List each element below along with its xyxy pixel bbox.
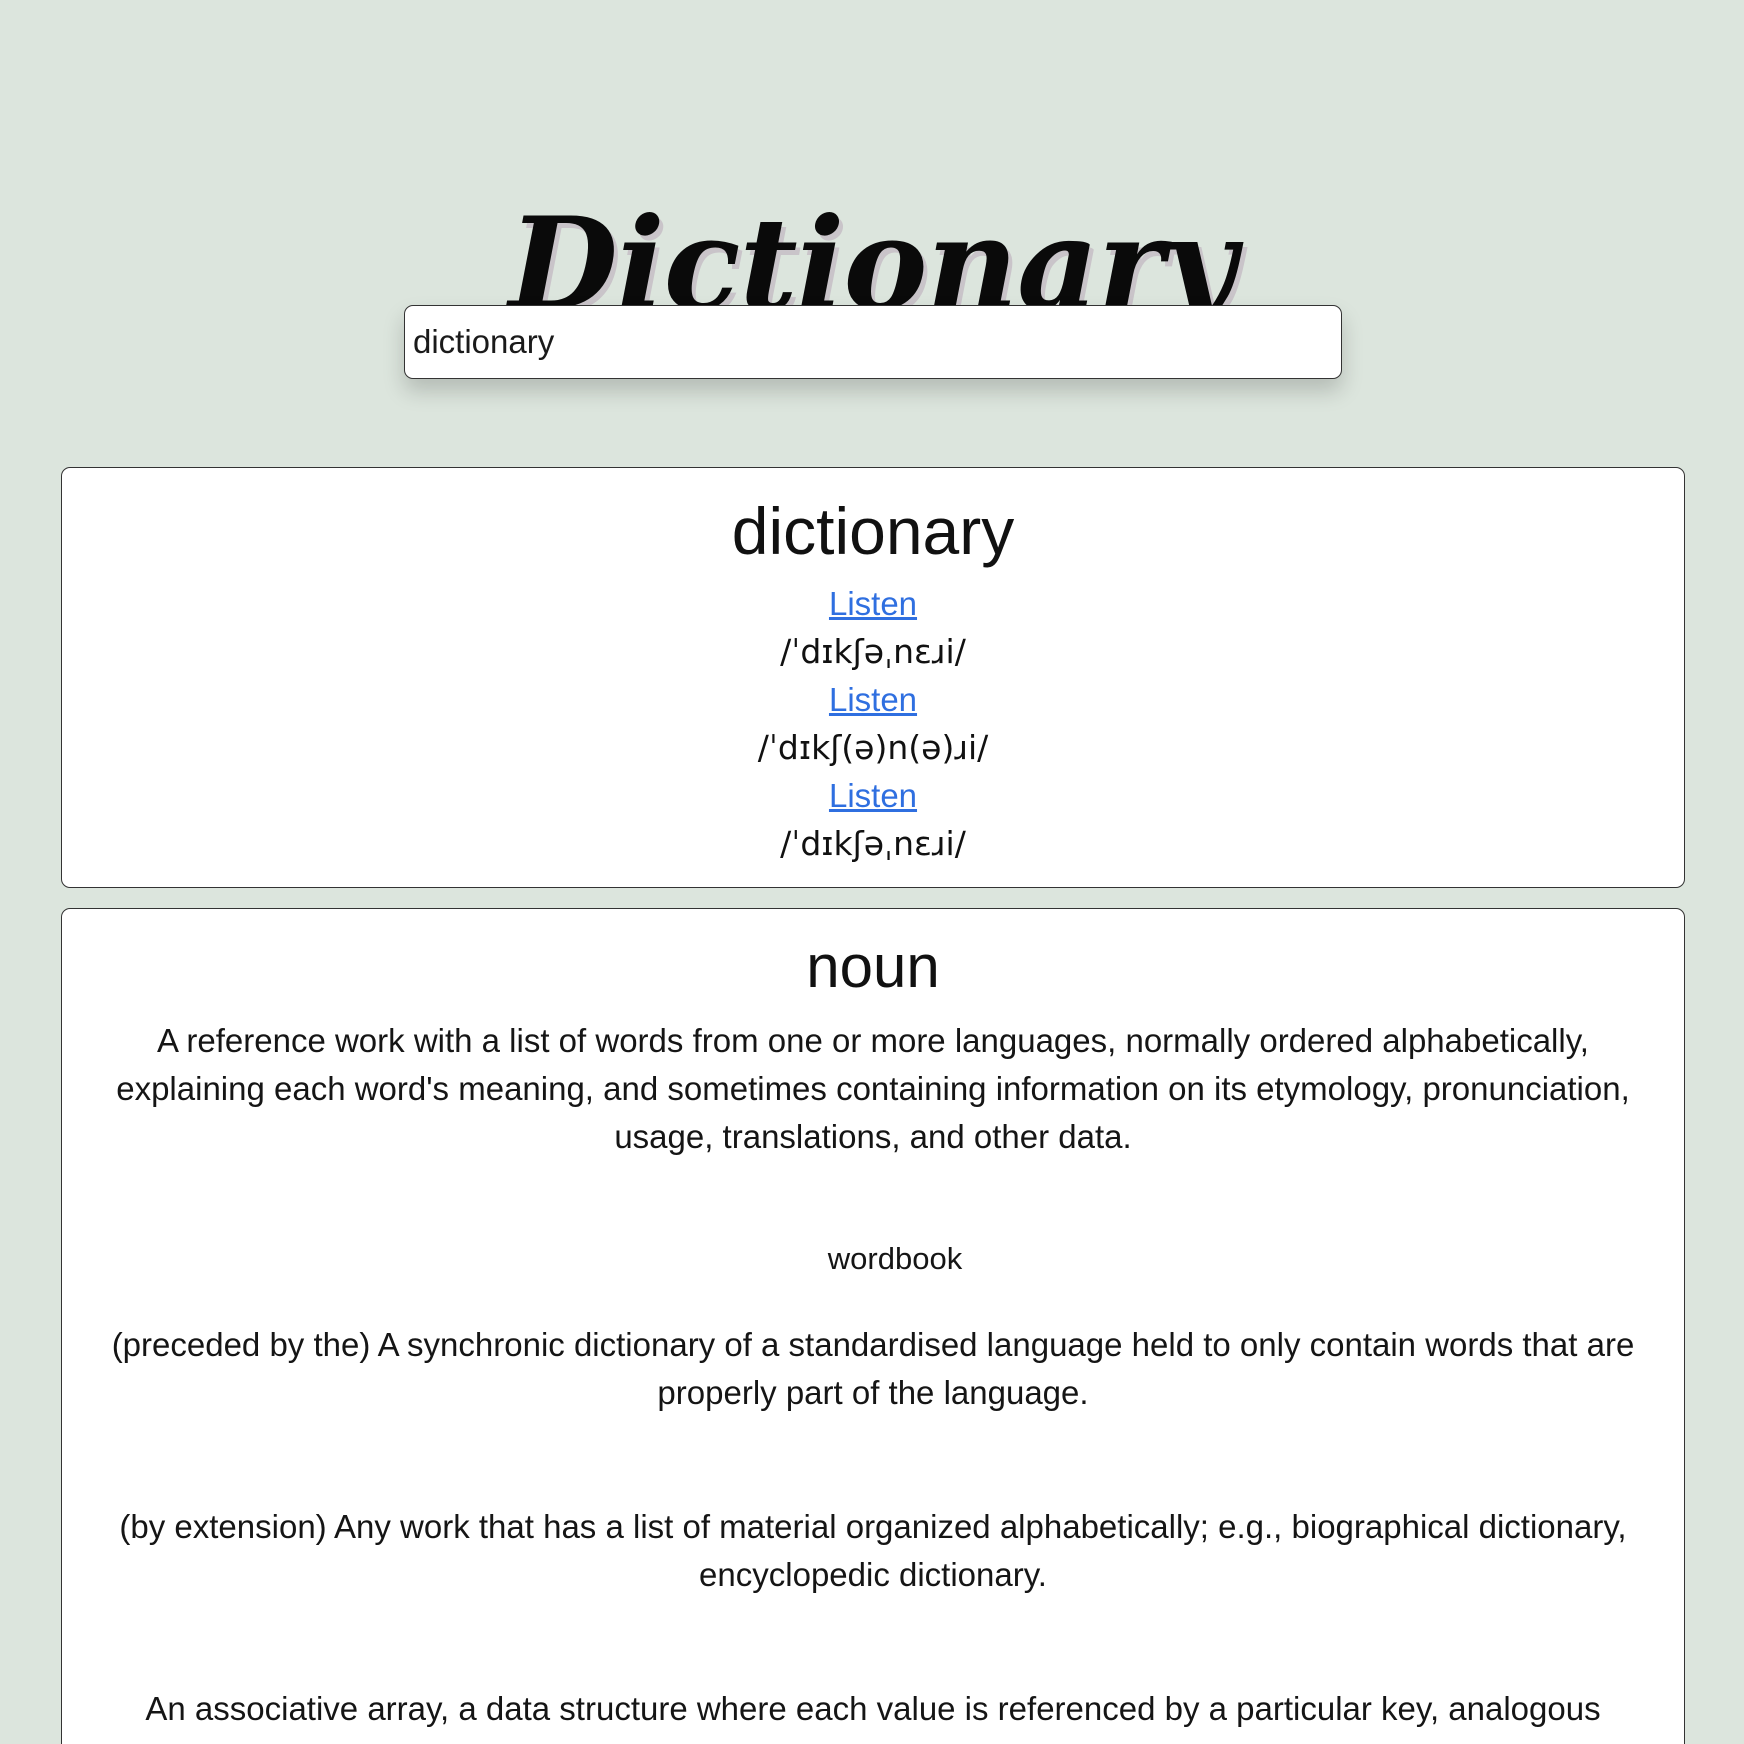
definition: (by extension) Any work that has a list … — [119, 1508, 1627, 1593]
phonetic-text: /ˈdɪkʃəˌnɛɹi/ — [780, 824, 966, 863]
synonym: wordbook — [827, 1241, 963, 1276]
phonetic-item: Listen /ˈdɪkʃəˌnɛɹi/ — [62, 580, 1684, 676]
page: Dictionary dictionary Listen /ˈdɪkʃəˌnɛɹ… — [0, 0, 1744, 1744]
definition: (preceded by the) A synchronic dictionar… — [111, 1326, 1635, 1411]
listen-link[interactable]: Listen — [62, 676, 1684, 724]
meaning-card: noun A reference work with a list of wor… — [61, 908, 1685, 1744]
definition: A reference work with a list of words fr… — [116, 1022, 1630, 1155]
phonetic-item: Listen /ˈdɪkʃ(ə)n(ə)ɹi/ — [62, 676, 1684, 772]
word-heading: dictionary — [731, 494, 1015, 568]
phonetic-item: Listen /ˈdɪkʃəˌnɛɹi/ — [62, 772, 1684, 868]
definition: An associative array, a data structure w… — [145, 1690, 1601, 1727]
part-of-speech-heading: noun — [806, 933, 940, 1000]
phonetic-text: /ˈdɪkʃəˌnɛɹi/ — [780, 632, 966, 671]
phonetics-list: Listen /ˈdɪkʃəˌnɛɹi/ Listen /ˈdɪkʃ(ə)n(ə… — [62, 580, 1684, 868]
search-input[interactable] — [404, 305, 1342, 379]
listen-link[interactable]: Listen — [62, 580, 1684, 628]
listen-link[interactable]: Listen — [62, 772, 1684, 820]
search-bar — [404, 305, 1342, 379]
phonetic-text: /ˈdɪkʃ(ə)n(ə)ɹi/ — [757, 728, 989, 767]
word-card: dictionary Listen /ˈdɪkʃəˌnɛɹi/ Listen /… — [61, 467, 1685, 888]
